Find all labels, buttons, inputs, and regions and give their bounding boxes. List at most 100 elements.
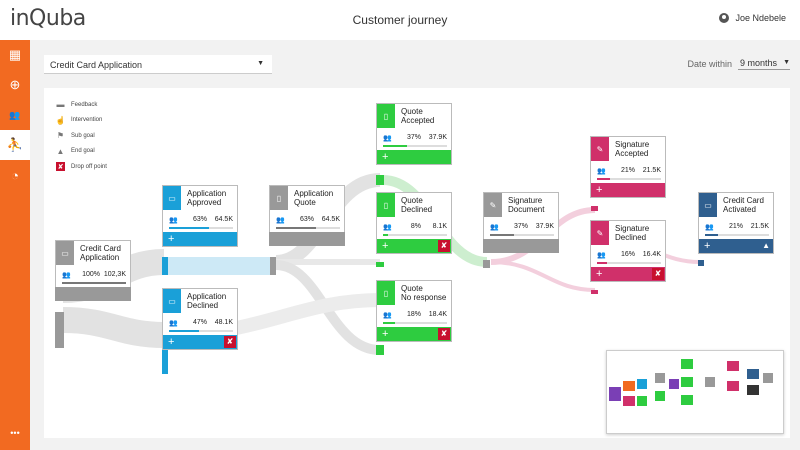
card-header: ✎ Signature Declined [591, 221, 665, 245]
legend-label: Sub goal [71, 132, 95, 139]
people-icon: 👥 [383, 135, 392, 142]
card-count: 37.9K [535, 223, 554, 230]
flow-ribbon [62, 307, 165, 348]
card-stats: 👥 100% 102,3K [56, 269, 130, 281]
legend-label: Feedback [71, 101, 98, 108]
card-count: 102,3K [103, 271, 126, 278]
card-count: 16.4K [642, 251, 661, 258]
card-progress [490, 234, 554, 236]
step-icon: ▯ [377, 193, 395, 217]
people-icon: 👥 [705, 224, 714, 231]
node-bar [591, 290, 598, 294]
card-count: 64.5K [214, 216, 233, 223]
card-footer: + [377, 150, 451, 164]
step-icon: ▯ [270, 186, 288, 210]
add-step-button[interactable]: + [168, 233, 174, 245]
card-header: ▯ Quote Declined [377, 193, 451, 217]
node-bar [376, 345, 384, 355]
card-progress [62, 282, 126, 284]
card-count: 37.9K [428, 134, 447, 141]
node-bar [162, 257, 168, 275]
card-application-quote[interactable]: ▯ Application Quote 👥 63% 64.5K [269, 185, 345, 246]
card-signature-document[interactable]: ✎ Signature Document 👥 37% 37.9K [483, 192, 559, 253]
card-stats: 👥 18% 18.4K [377, 309, 451, 321]
card-credit-card-application[interactable]: ▭ Credit Card Application 👥 100% 102,3K [55, 240, 131, 301]
card-stats: 👥 16% 16.4K [591, 249, 665, 261]
people-icon: 👥 [169, 320, 178, 327]
card-percent: 63% [299, 216, 314, 223]
card-footer: + ▲ [699, 239, 773, 253]
card-footer: + ✘ [591, 267, 665, 281]
card-count: 21.5K [750, 223, 769, 230]
card-footer: + ✘ [163, 335, 237, 349]
people-icon: 👥 [276, 217, 285, 224]
card-title: Quote Accepted [401, 107, 435, 125]
people-icon: 👥 [62, 272, 71, 279]
card-stats: 👥 21% 21.5K [699, 221, 773, 233]
card-footer: + ✘ [377, 239, 451, 253]
people-icon: 👥 [597, 168, 606, 175]
node-bar [591, 206, 598, 211]
card-signature-declined[interactable]: ✎ Signature Declined 👥 16% 16.4K + ✘ [590, 220, 666, 282]
sub-goal-icon: ⚑ [56, 131, 65, 141]
card-footer: + ✘ [377, 327, 451, 341]
step-icon: ▭ [163, 186, 181, 210]
card-progress [383, 145, 447, 147]
node-bar [376, 262, 384, 267]
add-step-button[interactable]: + [596, 184, 602, 196]
card-percent: 47% [192, 319, 207, 326]
card-stats: 👥 21% 21.5K [591, 165, 665, 177]
add-step-button[interactable]: + [382, 240, 388, 252]
node-bar [162, 350, 168, 374]
minimap[interactable] [606, 350, 784, 434]
add-step-button[interactable]: + [382, 328, 388, 340]
end-goal-icon: ▲ [56, 146, 65, 156]
card-stats: 👥 37% 37.9K [484, 221, 558, 233]
card-footer: + [163, 232, 237, 246]
card-application-approved[interactable]: ▭ Application Approved 👥 63% 64.5K + [162, 185, 238, 247]
card-header: ▯ Quote No response [377, 281, 451, 305]
drop-off-icon: ✘ [438, 240, 450, 252]
card-quote-accepted[interactable]: ▯ Quote Accepted 👥 37% 37.9K + [376, 103, 452, 165]
card-title: Credit Card Application [80, 244, 121, 262]
card-quote-declined[interactable]: ▯ Quote Declined 👥 8% 8.1K + ✘ [376, 192, 452, 254]
card-title: Quote No response [401, 284, 447, 302]
card-header: ✎ Signature Accepted [591, 137, 665, 161]
legend-item: ⚑ Sub goal [56, 128, 107, 144]
end-goal-icon: ▲ [762, 241, 770, 250]
add-step-button[interactable]: + [382, 151, 388, 163]
legend-label: Intervention [71, 117, 103, 124]
legend-label: Drop off point [71, 163, 107, 170]
card-signature-accepted[interactable]: ✎ Signature Accepted 👥 21% 21.5K + [590, 136, 666, 198]
drop-off-icon: ✘ [438, 328, 450, 340]
add-step-button[interactable]: + [596, 268, 602, 280]
step-icon: ✎ [591, 137, 609, 161]
card-title: Signature Declined [615, 224, 650, 242]
legend-item: ☝ Intervention [56, 113, 107, 129]
step-icon: ▯ [377, 104, 395, 128]
card-stats: 👥 63% 64.5K [163, 214, 237, 226]
add-step-button[interactable]: + [168, 336, 174, 348]
add-step-button[interactable]: + [704, 240, 710, 252]
card-footer [483, 239, 559, 253]
legend-item: ✘ Drop off point [56, 159, 107, 175]
flow-ribbon [166, 257, 270, 275]
card-count: 64.5K [321, 216, 340, 223]
legend: ▬ Feedback ☝ Intervention ⚑ Sub goal ▲ E… [56, 97, 107, 175]
card-header: ▭ Credit Card Activated [699, 193, 773, 217]
card-footer: + [591, 183, 665, 197]
card-header: ▭ Credit Card Application [56, 241, 130, 265]
node-bar [483, 260, 490, 268]
card-credit-card-activated[interactable]: ▭ Credit Card Activated 👥 21% 21.5K + ▲ [698, 192, 774, 254]
card-quote-no-response[interactable]: ▯ Quote No response 👥 18% 18.4K + ✘ [376, 280, 452, 342]
card-application-declined[interactable]: ▭ Application Declined 👥 47% 48.1K + ✘ [162, 288, 238, 350]
card-title: Application Declined [187, 292, 227, 310]
card-stats: 👥 47% 48.1K [163, 317, 237, 329]
card-progress [597, 262, 661, 264]
card-progress [169, 227, 233, 229]
intervention-icon: ☝ [55, 115, 66, 125]
card-header: ▭ Application Declined [163, 289, 237, 313]
drop-off-icon: ✘ [652, 268, 664, 280]
card-stats: 👥 37% 37.9K [377, 132, 451, 144]
card-percent: 18% [406, 311, 421, 318]
